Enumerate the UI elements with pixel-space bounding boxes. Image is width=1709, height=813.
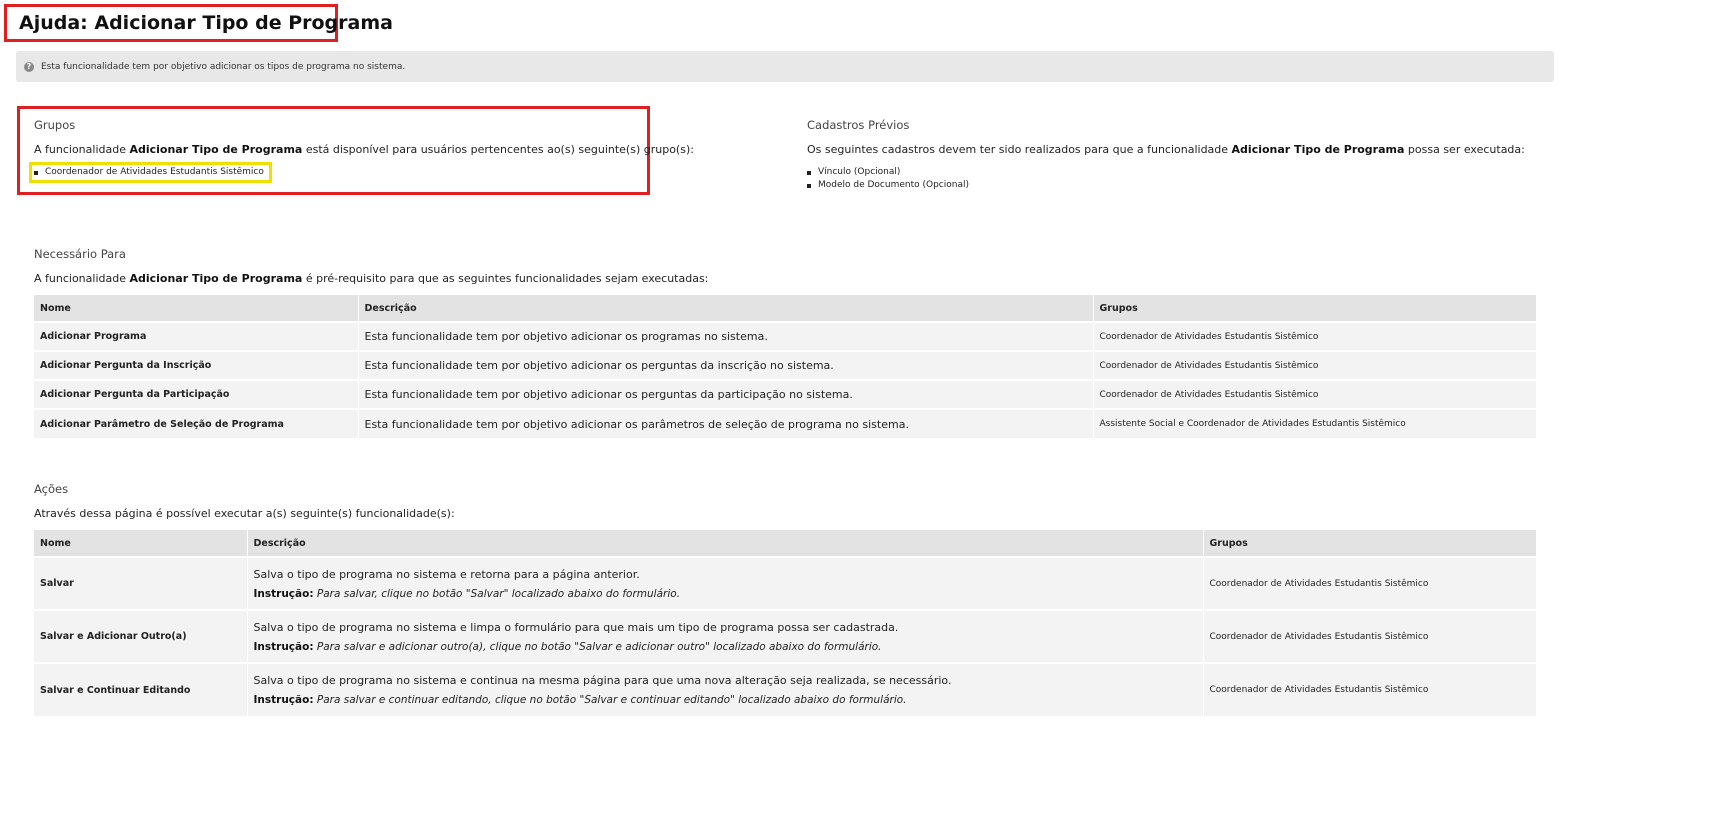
instruction-text: Para salvar e continuar editando, clique… <box>316 694 907 706</box>
table-row: Adicionar Programa Esta funcionalidade t… <box>34 321 1537 351</box>
action-description-cell: Salva o tipo de programa no sistema e co… <box>247 662 1204 716</box>
table-row: Adicionar Pergunta da Participação Esta … <box>34 379 1537 409</box>
prereq-list: Vínculo (Opcional) Modelo de Documento (… <box>807 166 969 192</box>
groups-feature-name: Adicionar Tipo de Programa <box>129 143 303 156</box>
action-groups: Coordenador de Atividades Estudantis Sis… <box>1203 609 1537 663</box>
column-header-description: Descrição <box>247 530 1204 557</box>
prereq-feature-name: Adicionar Tipo de Programa <box>1231 143 1405 156</box>
table-row: Salvar Salva o tipo de programa no siste… <box>34 556 1537 610</box>
groups-text-prefix: A funcionalidade <box>34 143 130 156</box>
table-header-row: Nome Descrição Grupos <box>34 530 1537 557</box>
table-row: Adicionar Pergunta da Inscrição Esta fun… <box>34 350 1537 380</box>
required-for-description: A funcionalidade Adicionar Tipo de Progr… <box>34 272 708 285</box>
prereq-title: Cadastros Prévios <box>807 118 910 132</box>
instruction-label: Instrução: <box>253 694 314 706</box>
table-row: Salvar e Adicionar Outro(a) Salva o tipo… <box>34 609 1537 663</box>
instruction-text: Para salvar e adicionar outro(a), clique… <box>316 640 882 653</box>
page-title: Ajuda: Adicionar Tipo de Programa <box>4 4 393 42</box>
groups-text-suffix: está disponível para usuários pertencent… <box>302 143 694 156</box>
prereq-description: Os seguintes cadastros devem ter sido re… <box>807 143 1525 156</box>
feature-description: Esta funcionalidade tem por objetivo adi… <box>358 321 1094 351</box>
actions-table: Nome Descrição Grupos Salvar Salva o tip… <box>34 530 1537 716</box>
action-description: Salva o tipo de programa no sistema e re… <box>253 567 640 581</box>
info-text: Esta funcionalidade tem por objetivo adi… <box>41 61 406 72</box>
required-for-table: Nome Descrição Grupos Adicionar Programa… <box>34 295 1537 438</box>
required-for-feature-name: Adicionar Tipo de Programa <box>129 272 303 285</box>
bullet-icon <box>807 183 811 188</box>
table-header-row: Nome Descrição Grupos <box>34 295 1537 322</box>
action-groups: Coordenador de Atividades Estudantis Sis… <box>1203 662 1537 716</box>
feature-description: Esta funcionalidade tem por objetivo adi… <box>358 408 1094 438</box>
actions-title: Ações <box>34 482 69 496</box>
action-description: Salva o tipo de programa no sistema e li… <box>253 620 899 634</box>
feature-link[interactable]: Adicionar Parâmetro de Seleção de Progra… <box>34 408 359 438</box>
feature-groups: Coordenador de Atividades Estudantis Sis… <box>1093 321 1537 351</box>
prereq-text-suffix: possa ser executada: <box>1404 143 1525 156</box>
column-header-groups: Grupos <box>1203 530 1537 557</box>
info-banner: ? Esta funcionalidade tem por objetivo a… <box>16 51 1554 82</box>
column-header-description: Descrição <box>358 295 1094 322</box>
action-instruction: Instrução: Para salvar e continuar edita… <box>254 694 1197 706</box>
required-for-text-suffix: é pré-requisito para que as seguintes fu… <box>302 272 709 285</box>
feature-link[interactable]: Adicionar Pergunta da Participação <box>34 379 359 409</box>
table-row: Salvar e Continuar Editando Salva o tipo… <box>34 662 1537 716</box>
bullet-icon <box>807 170 811 175</box>
question-circle-icon: ? <box>24 61 34 72</box>
feature-groups: Coordenador de Atividades Estudantis Sis… <box>1093 350 1537 380</box>
required-for-title: Necessário Para <box>34 247 126 261</box>
action-description-cell: Salva o tipo de programa no sistema e re… <box>247 556 1204 610</box>
list-item: Modelo de Documento (Opcional) <box>807 179 969 192</box>
groups-description: A funcionalidade Adicionar Tipo de Progr… <box>34 143 694 156</box>
feature-description: Esta funcionalidade tem por objetivo adi… <box>358 350 1094 380</box>
feature-description: Esta funcionalidade tem por objetivo adi… <box>358 379 1094 409</box>
action-name: Salvar e Adicionar Outro(a) <box>34 609 248 663</box>
action-instruction: Instrução: Para salvar e adicionar outro… <box>254 641 1197 653</box>
action-groups: Coordenador de Atividades Estudantis Sis… <box>1203 556 1537 610</box>
prereq-item-label: Modelo de Documento (Opcional) <box>818 180 969 190</box>
instruction-label: Instrução: <box>253 640 314 653</box>
action-instruction: Instrução: Para salvar, clique no botão … <box>254 588 1197 600</box>
list-item: Vínculo (Opcional) <box>807 166 969 179</box>
feature-link[interactable]: Adicionar Programa <box>34 321 359 351</box>
feature-link[interactable]: Adicionar Pergunta da Inscrição <box>34 350 359 380</box>
column-header-groups: Grupos <box>1093 295 1537 322</box>
group-item-highlight-box <box>29 162 272 183</box>
column-header-name: Nome <box>34 295 359 322</box>
column-header-name: Nome <box>34 530 248 557</box>
actions-description: Através dessa página é possível executar… <box>34 507 455 520</box>
required-for-text-prefix: A funcionalidade <box>34 272 130 285</box>
table-row: Adicionar Parâmetro de Seleção de Progra… <box>34 408 1537 438</box>
page-title-text: Ajuda: Adicionar Tipo de Programa <box>19 12 393 34</box>
feature-groups: Assistente Social e Coordenador de Ativi… <box>1093 408 1537 438</box>
action-description: Salva o tipo de programa no sistema e co… <box>253 674 952 687</box>
groups-title: Grupos <box>34 118 76 132</box>
action-name: Salvar e Continuar Editando <box>34 662 248 716</box>
instruction-text: Para salvar, clique no botão "Salvar" lo… <box>316 587 681 600</box>
feature-groups: Coordenador de Atividades Estudantis Sis… <box>1093 379 1537 409</box>
prereq-text-prefix: Os seguintes cadastros devem ter sido re… <box>807 143 1232 156</box>
instruction-label: Instrução: <box>253 587 314 600</box>
prereq-item-label: Vínculo (Opcional) <box>818 167 901 177</box>
action-description-cell: Salva o tipo de programa no sistema e li… <box>247 609 1204 663</box>
action-name: Salvar <box>34 556 248 610</box>
